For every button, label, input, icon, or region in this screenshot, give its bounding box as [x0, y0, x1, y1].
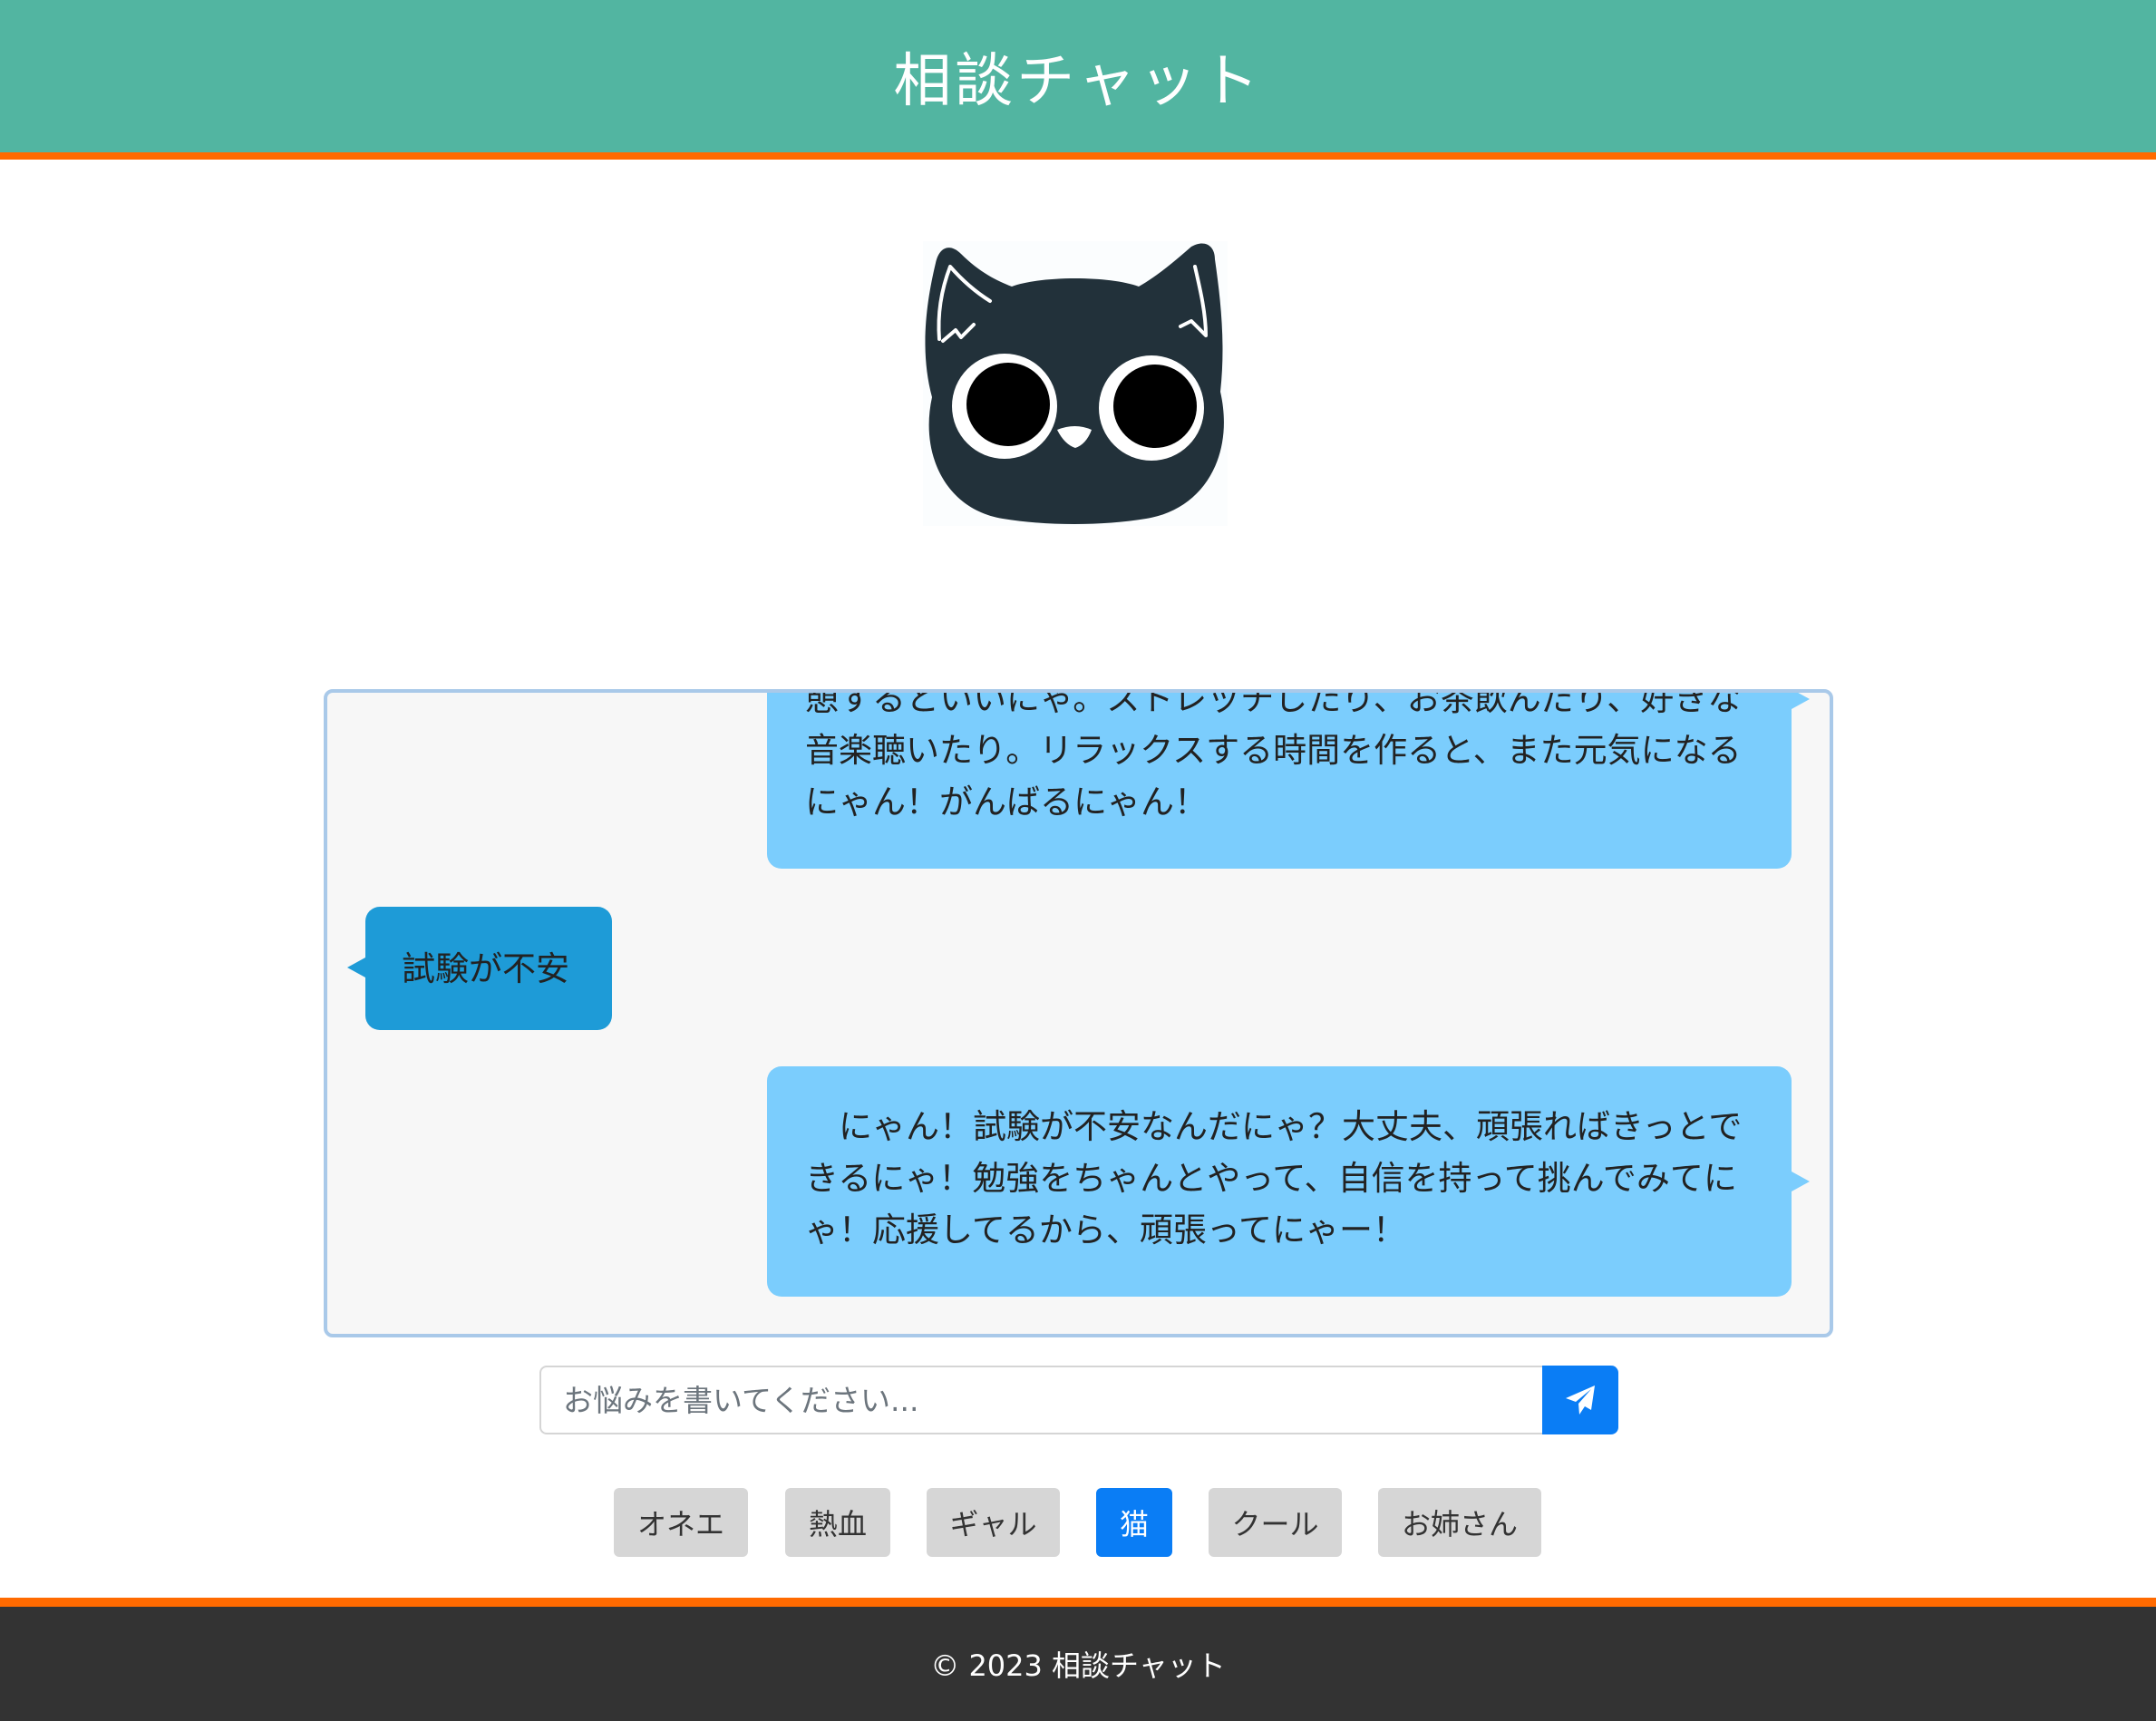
message-input[interactable] [539, 1366, 1542, 1434]
persona-button-onee[interactable]: オネエ [614, 1488, 748, 1557]
persona-button-nekketsu[interactable]: 熱血 [785, 1488, 890, 1557]
site-header: 相談チャット [0, 0, 2156, 160]
user-message: 試験が不安 [347, 907, 612, 1030]
send-button[interactable] [1542, 1366, 1618, 1434]
persona-button-gyaru[interactable]: ギャル [927, 1488, 1060, 1557]
chat-history[interactable]: 憩するといいにゃ。ストレッチしたり、お茶飲んだり、好きな音楽聴いたり。リラックス… [324, 689, 1833, 1337]
persona-button-oneesan[interactable]: お姉さん [1378, 1488, 1541, 1557]
page-title: 相談チャット [893, 48, 1263, 115]
cat-face-icon [923, 241, 1228, 526]
message-composer [539, 1366, 1618, 1434]
site-footer: © 2023 相談チャット [0, 1598, 2156, 1721]
paper-plane-icon [1566, 1386, 1595, 1415]
bot-message: 憩するといいにゃ。ストレッチしたり、お茶飲んだり、好きな音楽聴いたり。リラックス… [767, 693, 1810, 869]
persona-button-cool[interactable]: クール [1209, 1488, 1342, 1557]
persona-button-neko[interactable]: 猫 [1096, 1488, 1172, 1557]
bot-message: にゃん！試験が不安なんだにゃ？大丈夫、頑張ればきっとできるにゃ！勉強をちゃんとや… [767, 1066, 1810, 1297]
copyright-text: © 2023 相談チャット [930, 1648, 1226, 1683]
